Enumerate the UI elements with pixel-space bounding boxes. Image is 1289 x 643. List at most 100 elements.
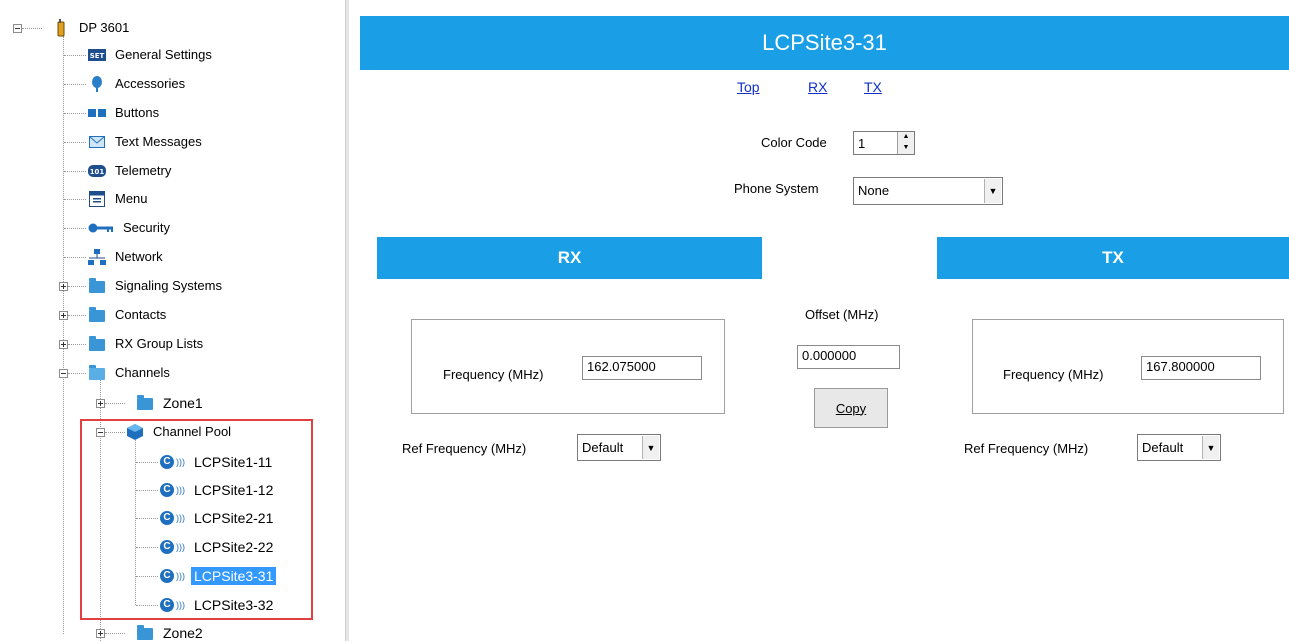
radio-device-icon bbox=[52, 19, 70, 37]
tree-item-network[interactable]: Network bbox=[88, 247, 166, 267]
tree-item-buttons[interactable]: Buttons bbox=[88, 103, 162, 123]
folder-icon bbox=[88, 336, 106, 352]
tx-ref-frequency-select[interactable]: Default ▼ bbox=[1137, 434, 1221, 461]
tx-ref-frequency-value: Default bbox=[1142, 440, 1184, 455]
page-title: LCPSite3-31 bbox=[762, 30, 887, 55]
svg-text:SET: SET bbox=[90, 52, 105, 60]
rx-section-header: RX bbox=[377, 237, 762, 279]
rx-frequency-input[interactable]: 162.075000 bbox=[582, 356, 702, 380]
network-icon bbox=[88, 249, 106, 265]
tree-line bbox=[64, 199, 86, 200]
tree-item-rx-group-lists[interactable]: RX Group Lists bbox=[88, 334, 206, 354]
tree-line bbox=[63, 36, 64, 634]
rx-header-label: RX bbox=[557, 248, 582, 267]
tree-item-telemetry[interactable]: 101 Telemetry bbox=[88, 161, 174, 181]
chevron-down-icon[interactable]: ▼ bbox=[984, 179, 1001, 203]
tree-line bbox=[68, 286, 86, 287]
collapse-toggle[interactable] bbox=[59, 369, 68, 378]
tree-item-label: Network bbox=[115, 249, 163, 264]
folder-icon bbox=[136, 625, 154, 641]
menu-icon bbox=[88, 191, 106, 207]
tree-item-label: Menu bbox=[115, 191, 148, 206]
chevron-down-icon[interactable]: ▼ bbox=[1202, 436, 1219, 459]
tree-item-accessories[interactable]: Accessories bbox=[88, 74, 188, 94]
rx-ref-frequency-label: Ref Frequency (MHz) bbox=[402, 441, 527, 456]
tree-item-label: Contacts bbox=[115, 307, 167, 322]
folder-icon bbox=[88, 307, 106, 323]
tree-item-label: Zone1 bbox=[163, 395, 203, 411]
tree-item-label: Buttons bbox=[115, 105, 160, 120]
tree-line bbox=[68, 344, 86, 345]
offset-input[interactable]: 0.000000 bbox=[797, 345, 900, 369]
tx-section-header: TX bbox=[937, 237, 1289, 279]
color-code-label: Color Code bbox=[761, 135, 827, 150]
tree-item-label: General Settings bbox=[115, 47, 212, 62]
rx-ref-frequency-select[interactable]: Default ▼ bbox=[577, 434, 661, 461]
channel-title-banner: LCPSite3-31 bbox=[360, 16, 1289, 70]
tree-item-general-settings[interactable]: SET General Settings bbox=[88, 45, 215, 65]
collapse-toggle[interactable] bbox=[13, 24, 22, 33]
rx-frequency-label: Frequency (MHz) bbox=[443, 367, 544, 382]
tx-ref-frequency-label: Ref Frequency (MHz) bbox=[964, 441, 1089, 456]
tree-line bbox=[64, 171, 86, 172]
tree-item-channels[interactable]: Channels bbox=[88, 363, 173, 383]
tree-item-label: Channels bbox=[115, 365, 170, 380]
tree-item-zone1[interactable]: Zone1 bbox=[126, 393, 206, 413]
buttons-icon bbox=[88, 105, 106, 121]
tx-frequency-input[interactable]: 167.800000 bbox=[1141, 356, 1261, 380]
tree-item-text-messages[interactable]: Text Messages bbox=[88, 132, 205, 152]
tree-line bbox=[68, 373, 86, 374]
tx-link[interactable]: TX bbox=[864, 79, 882, 95]
tree-line bbox=[64, 55, 86, 56]
tree-item-contacts[interactable]: Contacts bbox=[88, 305, 169, 325]
key-icon bbox=[88, 220, 114, 236]
splitter[interactable] bbox=[345, 0, 349, 641]
top-link[interactable]: Top bbox=[737, 79, 760, 95]
expand-toggle[interactable] bbox=[96, 399, 105, 408]
color-code-stepper[interactable]: 1 ▲ ▼ bbox=[853, 131, 915, 155]
expand-toggle[interactable] bbox=[96, 629, 105, 638]
tx-frequency-label: Frequency (MHz) bbox=[1003, 367, 1104, 382]
folder-open-icon bbox=[88, 365, 106, 381]
phone-system-label: Phone System bbox=[734, 181, 819, 196]
up-arrow-icon[interactable]: ▲ bbox=[898, 132, 914, 143]
folder-icon bbox=[136, 395, 154, 411]
navigation-tree: DP 3601 SET General Settings Accessories… bbox=[0, 0, 345, 641]
telemetry-icon: 101 bbox=[88, 163, 106, 179]
tree-item-label: Accessories bbox=[115, 76, 186, 91]
phone-system-select[interactable]: None ▼ bbox=[853, 177, 1003, 205]
tree-item-dp3601[interactable]: DP 3601 bbox=[52, 18, 132, 38]
phone-system-value: None bbox=[858, 183, 890, 198]
tree-line bbox=[22, 28, 42, 29]
svg-text:101: 101 bbox=[90, 168, 105, 176]
tree-item-label: Telemetry bbox=[115, 163, 172, 178]
tree-line bbox=[64, 113, 86, 114]
down-arrow-icon[interactable]: ▼ bbox=[898, 143, 914, 154]
tree-item-label: Zone2 bbox=[163, 625, 203, 641]
tree-line bbox=[105, 403, 125, 404]
rx-link[interactable]: RX bbox=[808, 79, 827, 95]
chevron-down-icon[interactable]: ▼ bbox=[642, 436, 659, 459]
tree-line bbox=[64, 228, 86, 229]
expand-toggle[interactable] bbox=[59, 282, 68, 291]
expand-toggle[interactable] bbox=[59, 340, 68, 349]
expand-toggle[interactable] bbox=[59, 311, 68, 320]
tree-item-menu[interactable]: Menu bbox=[88, 189, 151, 209]
tree-item-label: Security bbox=[123, 220, 170, 235]
tx-header-label: TX bbox=[1102, 248, 1124, 267]
tree-item-signaling-systems[interactable]: Signaling Systems bbox=[88, 276, 225, 296]
tree-line bbox=[64, 84, 86, 85]
settings-icon: SET bbox=[88, 47, 106, 63]
copy-button[interactable]: Copy bbox=[814, 388, 888, 428]
copy-button-label: Copy bbox=[835, 400, 867, 416]
tree-line bbox=[105, 633, 125, 634]
folder-icon bbox=[88, 278, 106, 294]
tree-item-security[interactable]: Security bbox=[88, 218, 173, 238]
offset-label: Offset (MHz) bbox=[805, 307, 879, 322]
color-code-value: 1 bbox=[858, 136, 866, 151]
rx-ref-frequency-value: Default bbox=[582, 440, 624, 455]
stepper-buttons[interactable]: ▲ ▼ bbox=[897, 132, 914, 154]
tree-item-label: Text Messages bbox=[115, 134, 202, 149]
envelope-icon bbox=[88, 134, 106, 150]
tree-item-zone2[interactable]: Zone2 bbox=[126, 623, 206, 643]
